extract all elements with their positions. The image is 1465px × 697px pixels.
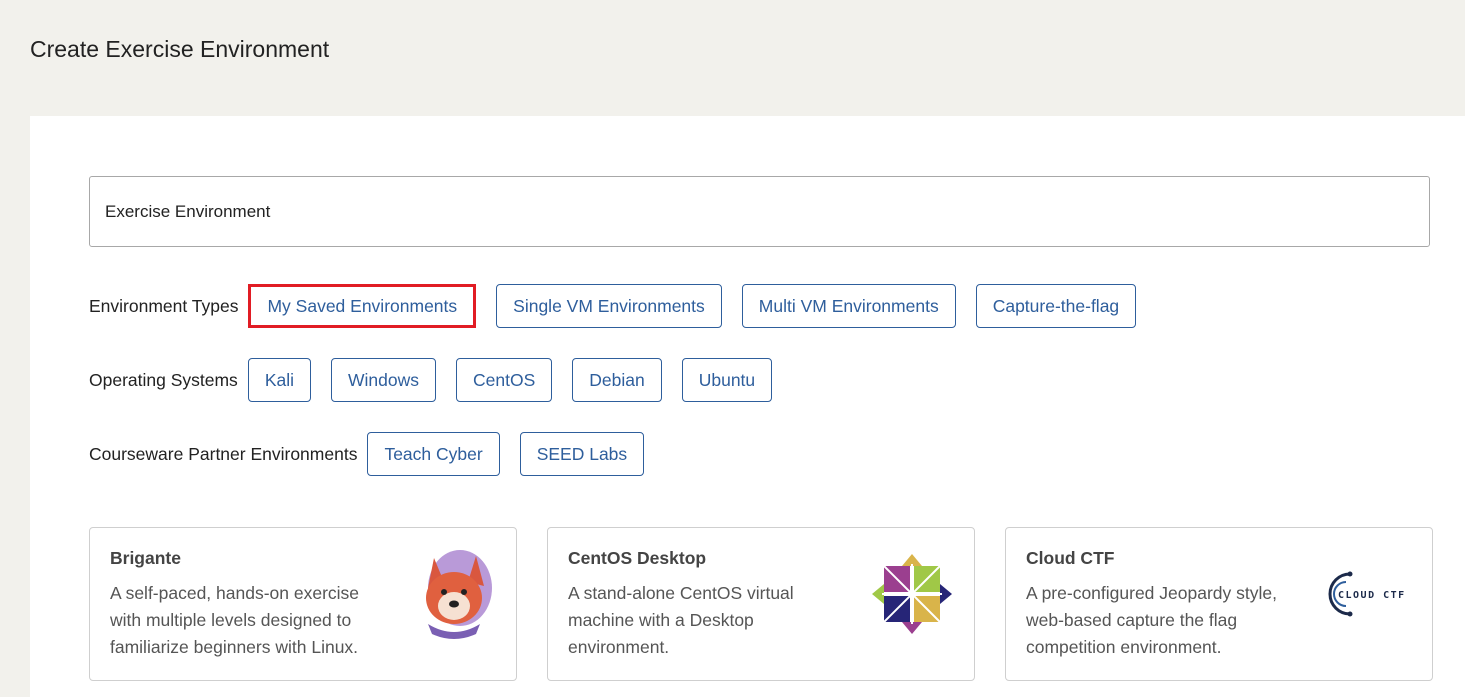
chip-my-saved-environments[interactable]: My Saved Environments <box>248 284 477 328</box>
chip-multi-vm-environments[interactable]: Multi VM Environments <box>741 284 956 328</box>
environment-types-label: Environment Types <box>89 295 239 316</box>
chip-ubuntu[interactable]: Ubuntu <box>681 358 773 402</box>
card-title: Cloud CTF <box>1026 548 1115 568</box>
cloud-ctf-logo-text: CLOUD CTF <box>1338 590 1406 601</box>
search-field-container <box>89 176 1430 247</box>
page-header: Create Exercise Environment <box>0 0 1465 116</box>
card-description: A stand-alone CentOS virtual machine wit… <box>568 583 794 657</box>
environment-card-cloud-ctf[interactable]: Cloud CTF A pre-configured Jeopardy styl… <box>1005 527 1433 681</box>
environment-card-brigante[interactable]: Brigante A self-paced, hands-on exercise… <box>89 527 517 681</box>
cloud-ctf-logo-icon: CLOUD CTF <box>1324 546 1416 641</box>
courseware-partners-filter: Courseware Partner Environments Teach Cy… <box>89 432 664 476</box>
environment-cards: Brigante A self-paced, hands-on exercise… <box>89 527 1433 681</box>
chip-seed-labs[interactable]: SEED Labs <box>519 432 645 476</box>
courseware-partners-label: Courseware Partner Environments <box>89 443 358 464</box>
chip-windows[interactable]: Windows <box>331 358 436 402</box>
chip-kali[interactable]: Kali <box>247 358 311 402</box>
operating-systems-label: Operating Systems <box>89 369 238 390</box>
card-description: A pre-configured Jeopardy style, web-bas… <box>1026 583 1277 657</box>
card-description: A self-paced, hands-on exercise with mul… <box>110 583 360 657</box>
card-title: CentOS Desktop <box>568 548 707 568</box>
environment-card-centos-desktop[interactable]: CentOS Desktop A stand-alone CentOS virt… <box>547 527 975 681</box>
chip-centos[interactable]: CentOS <box>456 358 553 402</box>
environment-types-filter: Environment Types My Saved Environments … <box>89 284 1156 328</box>
card-title: Brigante <box>110 548 181 568</box>
chip-capture-the-flag[interactable]: Capture-the-flag <box>975 284 1137 328</box>
brigante-dog-logo-icon <box>411 546 496 641</box>
operating-systems-filter: Operating Systems Kali Windows CentOS De… <box>89 358 792 402</box>
page-title: Create Exercise Environment <box>30 36 330 62</box>
chip-teach-cyber[interactable]: Teach Cyber <box>367 432 500 476</box>
chip-single-vm-environments[interactable]: Single VM Environments <box>496 284 722 328</box>
centos-logo-icon <box>869 546 954 641</box>
chip-debian[interactable]: Debian <box>572 358 662 402</box>
search-input[interactable] <box>90 177 1429 246</box>
content-panel: Environment Types My Saved Environments … <box>30 116 1465 697</box>
